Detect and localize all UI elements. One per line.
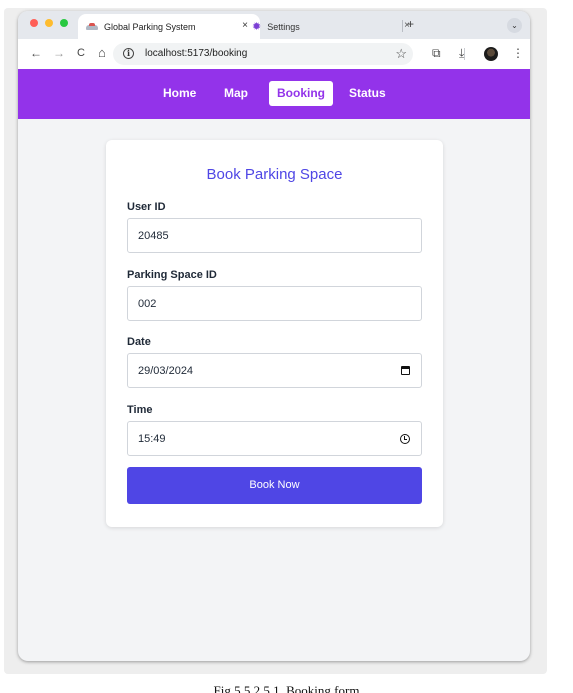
- time-label: Time: [127, 404, 153, 416]
- user-id-label: User ID: [127, 201, 166, 213]
- nav-booking-link[interactable]: Booking: [269, 81, 333, 106]
- home-icon[interactable]: ⌂: [98, 45, 106, 60]
- nav-status-link[interactable]: Status: [349, 86, 386, 100]
- date-label: Date: [127, 336, 151, 348]
- close-window-button[interactable]: [30, 19, 38, 27]
- booking-card: Book Parking Space User ID 20485 Parking…: [106, 140, 443, 527]
- extensions-icon[interactable]: ⧉: [432, 46, 441, 61]
- page-title: Book Parking Space: [206, 166, 343, 183]
- maximize-window-button[interactable]: [60, 19, 68, 27]
- tab-divider: [402, 20, 403, 32]
- app-navbar: Home Map Booking Status: [18, 69, 530, 119]
- gear-icon: ✹: [252, 21, 262, 33]
- book-now-button[interactable]: Book Now: [127, 467, 422, 504]
- user-id-input[interactable]: 20485: [127, 218, 422, 253]
- nav-map-link[interactable]: Map: [224, 86, 248, 100]
- forward-icon[interactable]: →: [53, 46, 65, 60]
- browser-toolbar: ← → C ⌂ i localhost:5173/booking ☆ ⧉ ⤓ ⋮: [18, 39, 530, 69]
- nav-home-link[interactable]: Home: [163, 86, 196, 100]
- parking-space-id-value: 002: [138, 298, 157, 310]
- car-icon: [86, 22, 98, 31]
- browser-window: Global Parking System × ✹ Settings × + ⌄…: [18, 11, 530, 661]
- tab-strip: Global Parking System × ✹ Settings × + ⌄: [18, 11, 530, 39]
- tab-global-parking[interactable]: Global Parking System ×: [78, 14, 260, 39]
- user-id-value: 20485: [138, 230, 169, 242]
- bookmark-star-icon[interactable]: ☆: [395, 46, 407, 62]
- kebab-menu-icon[interactable]: ⋮: [512, 46, 524, 60]
- url-text[interactable]: localhost:5173/booking: [145, 48, 247, 59]
- profile-avatar[interactable]: [484, 47, 498, 61]
- tab-settings[interactable]: ✹ Settings ×: [246, 14, 416, 39]
- tab-search-button[interactable]: ⌄: [507, 18, 522, 33]
- date-input[interactable]: 29/03/2024: [127, 353, 422, 388]
- reload-icon[interactable]: C: [77, 47, 85, 59]
- minimize-window-button[interactable]: [45, 19, 53, 27]
- time-value: 15:49: [138, 433, 166, 445]
- address-bar[interactable]: i localhost:5173/booking ☆: [113, 43, 413, 65]
- download-icon[interactable]: ⤓: [459, 46, 464, 61]
- tab-title: Settings: [267, 21, 300, 32]
- date-value: 29/03/2024: [138, 365, 194, 377]
- clock-icon[interactable]: [400, 434, 410, 444]
- back-icon[interactable]: ←: [30, 46, 42, 60]
- tab-title: Global Parking System: [104, 21, 196, 32]
- calendar-icon[interactable]: [401, 366, 410, 375]
- new-tab-button[interactable]: +: [407, 17, 414, 31]
- time-input[interactable]: 15:49: [127, 421, 422, 456]
- parking-space-id-input[interactable]: 002: [127, 286, 422, 321]
- figure-caption: Fig 5.5.2.5.1. Booking form: [213, 683, 360, 693]
- site-info-icon[interactable]: i: [123, 48, 134, 59]
- parking-space-id-label: Parking Space ID: [127, 269, 217, 281]
